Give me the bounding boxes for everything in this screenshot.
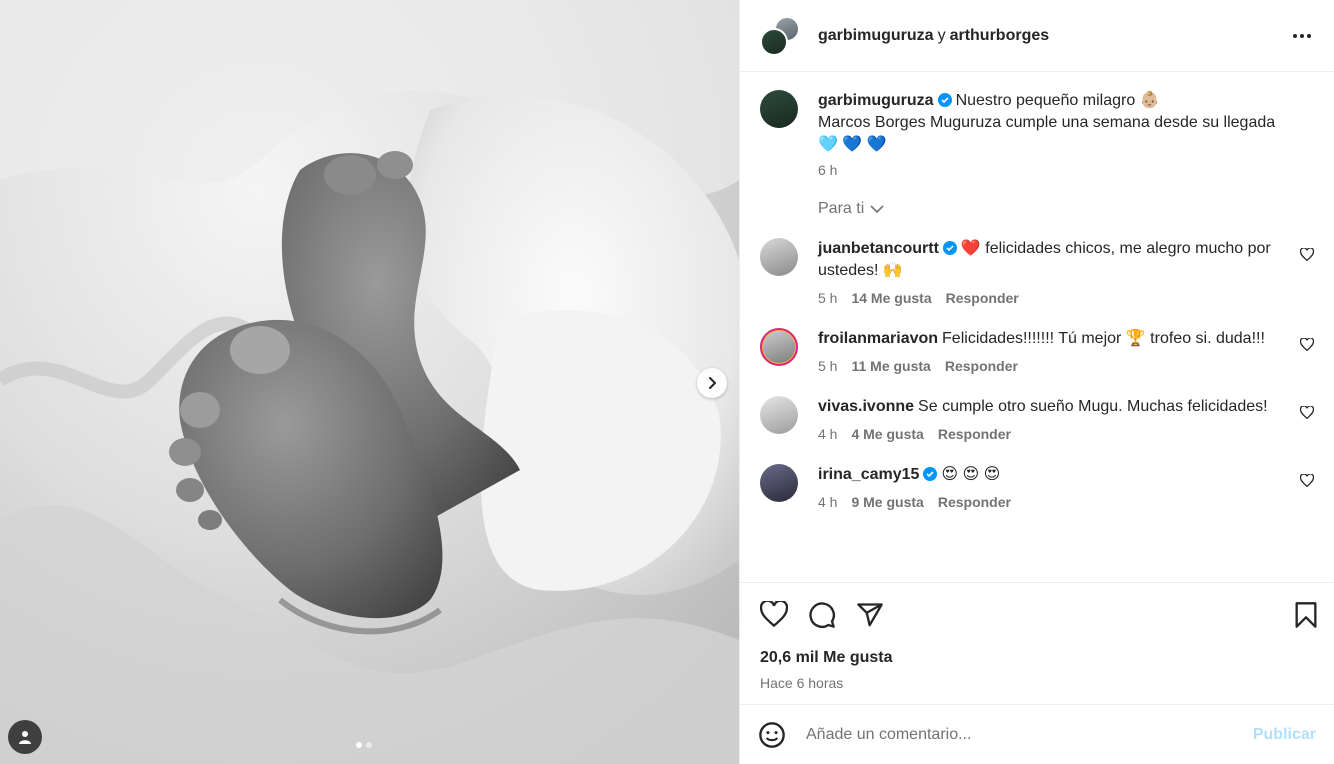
carousel-dot: [366, 742, 372, 748]
avatar[interactable]: [760, 90, 798, 128]
post-header: garbimuguruza y arthurborges: [740, 0, 1334, 72]
avatar[interactable]: [760, 238, 798, 276]
heart-icon[interactable]: [760, 601, 788, 627]
reply-button[interactable]: Responder: [938, 494, 1011, 510]
carousel-dot: [356, 742, 362, 748]
verified-icon: [923, 467, 938, 481]
likes-count[interactable]: 20,6 mil Me gusta: [760, 649, 893, 667]
collab-usernames: garbimuguruza y arthurborges: [818, 27, 1049, 45]
header-username-2[interactable]: arthurborges: [950, 27, 1050, 44]
comment-icon[interactable]: [808, 601, 836, 629]
like-comment-heart-icon[interactable]: [1300, 248, 1314, 261]
next-image-button[interactable]: [697, 368, 727, 398]
caption-line2: Marcos Borges Muguruza cumple una semana…: [818, 114, 1276, 131]
reply-button[interactable]: Responder: [946, 290, 1019, 306]
verified-icon: [942, 241, 957, 255]
comment-composer: Publicar: [740, 704, 1334, 764]
comment-likes[interactable]: 11 Me gusta: [851, 358, 930, 374]
comment-username[interactable]: juanbetancourtt: [818, 240, 939, 257]
user-tag-icon: [19, 731, 31, 744]
comment-likes[interactable]: 14 Me gusta: [851, 290, 931, 306]
caption-line1: Nuestro pequeño milagro 👶🏼: [955, 92, 1160, 109]
comments-section: garbimuguruza Nuestro pequeño milagro 👶🏼 …: [740, 72, 1334, 582]
post-media: [0, 0, 739, 764]
verified-icon: [937, 93, 952, 107]
comment-time[interactable]: 5 h: [818, 290, 837, 306]
avatar: [760, 27, 788, 56]
collab-avatars[interactable]: [760, 15, 802, 56]
publish-button[interactable]: Publicar: [1253, 726, 1316, 744]
comment-username[interactable]: irina_camy15: [818, 466, 919, 483]
comment-text: Felicidades!!!!!!! Tú mejor 🏆 trofeo si.…: [942, 330, 1265, 347]
comment-text: 😍 😍 😍: [941, 466, 1001, 483]
chevron-down-icon: [870, 205, 884, 214]
caption-line3: 🩵 💙 💙: [818, 136, 887, 153]
emoji-icon[interactable]: [758, 721, 786, 749]
header-username-1[interactable]: garbimuguruza: [818, 27, 934, 44]
comment-item: vivas.ivonne Se cumple otro sueño Mugu. M…: [760, 396, 1314, 442]
avatar[interactable]: [760, 328, 798, 366]
for-you-label: Para ti: [818, 200, 865, 217]
more-options-icon: [1293, 34, 1311, 38]
share-icon[interactable]: [856, 601, 884, 629]
comment-text: Se cumple otro sueño Mugu. Muchas felici…: [918, 398, 1268, 415]
comment-time[interactable]: 4 h: [818, 494, 837, 510]
comment-time[interactable]: 4 h: [818, 426, 837, 442]
posted-ago[interactable]: Hace 6 horas: [760, 675, 843, 691]
tagged-users-button[interactable]: [8, 720, 42, 754]
comment-item: irina_camy15 😍 😍 😍 4 h 9 Me gusta Respond…: [760, 464, 1314, 510]
avatar[interactable]: [760, 464, 798, 502]
comment-likes[interactable]: 4 Me gusta: [851, 426, 923, 442]
post-details-panel: garbimuguruza y arthurborges garbimuguruza…: [739, 0, 1334, 764]
avatar[interactable]: [760, 396, 798, 434]
like-comment-heart-icon[interactable]: [1300, 406, 1314, 419]
comment-item: juanbetancourtt ❤️ felicidades chicos, me…: [760, 238, 1314, 306]
carousel-indicator: [356, 742, 372, 748]
comment-username[interactable]: vivas.ivonne: [818, 398, 914, 415]
reply-button[interactable]: Responder: [945, 358, 1018, 374]
instagram-post-modal: garbimuguruza y arthurborges garbimuguruza…: [0, 0, 1334, 764]
header-conj: y: [937, 26, 946, 44]
for-you-sort-button[interactable]: Para ti: [818, 200, 1314, 218]
comment-username[interactable]: froilanmariavon: [818, 330, 938, 347]
next-arrow-icon: [709, 377, 716, 389]
comment-likes[interactable]: 9 Me gusta: [851, 494, 923, 510]
bookmark-icon[interactable]: [1294, 601, 1318, 629]
comment-input[interactable]: [806, 725, 1253, 744]
like-comment-heart-icon[interactable]: [1300, 474, 1314, 487]
caption-time[interactable]: 6 h: [818, 162, 837, 178]
post-actions: 20,6 mil Me gusta Hace 6 horas Publicar: [740, 582, 1334, 764]
comment-time[interactable]: 5 h: [818, 358, 837, 374]
caption-username[interactable]: garbimuguruza: [818, 92, 934, 109]
reply-button[interactable]: Responder: [938, 426, 1011, 442]
like-comment-heart-icon[interactable]: [1300, 338, 1314, 351]
comment-item: froilanmariavon Felicidades!!!!!!! Tú mej…: [760, 328, 1314, 374]
more-options-button[interactable]: [1290, 24, 1314, 48]
baby-feet-photo: [0, 0, 739, 764]
caption: garbimuguruza Nuestro pequeño milagro 👶🏼 …: [760, 90, 1314, 178]
